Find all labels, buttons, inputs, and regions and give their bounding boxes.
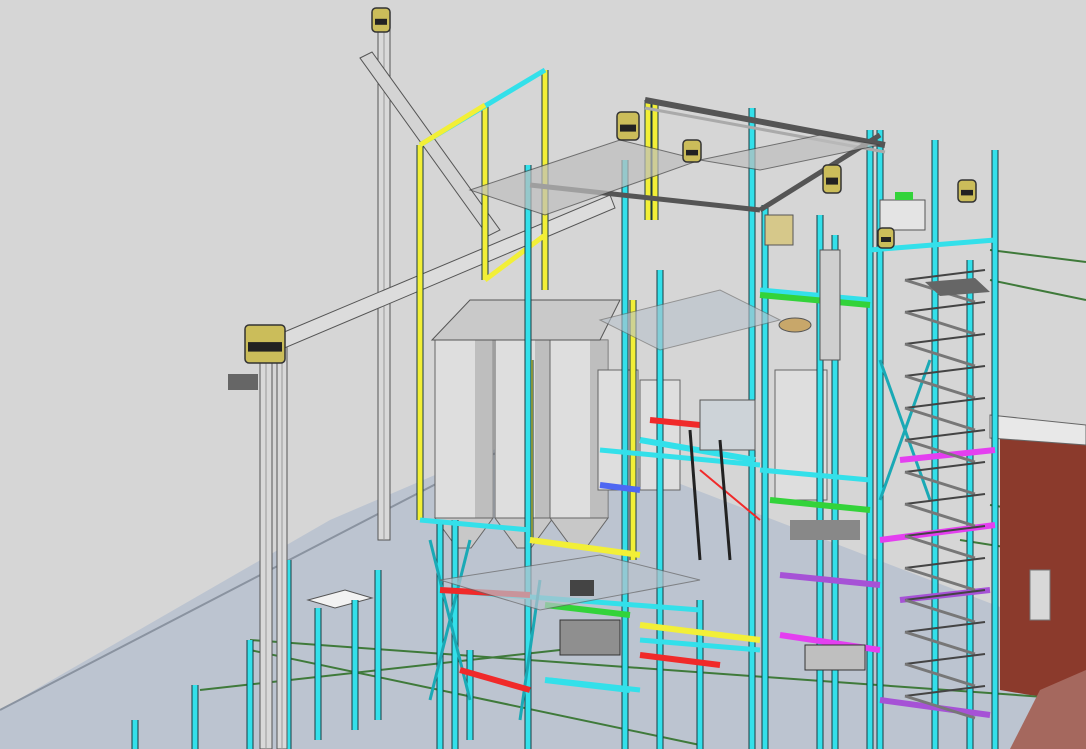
mixer-unit xyxy=(699,399,756,451)
motor-unit xyxy=(804,644,866,671)
cad-viewport[interactable] xyxy=(0,0,1086,749)
cyclone-top xyxy=(778,317,812,333)
head-band xyxy=(881,237,891,242)
head-band xyxy=(248,342,282,352)
head-band xyxy=(826,177,838,185)
fan-motor xyxy=(895,192,913,200)
hopper xyxy=(764,214,794,246)
drive-motor xyxy=(228,374,258,390)
vertical-pipe xyxy=(819,249,841,361)
fan-duct xyxy=(879,199,926,231)
brick-wall xyxy=(1000,420,1086,700)
plant-3d-model[interactable] xyxy=(0,0,1086,749)
head-band xyxy=(620,124,636,132)
gearbox xyxy=(570,580,594,596)
silo-shade xyxy=(475,340,493,518)
head-band xyxy=(961,189,973,196)
machine-bed xyxy=(790,520,860,540)
tank-small xyxy=(1029,569,1051,621)
head-band xyxy=(686,149,698,156)
pellet-mill xyxy=(559,619,621,656)
head-band xyxy=(375,18,387,25)
